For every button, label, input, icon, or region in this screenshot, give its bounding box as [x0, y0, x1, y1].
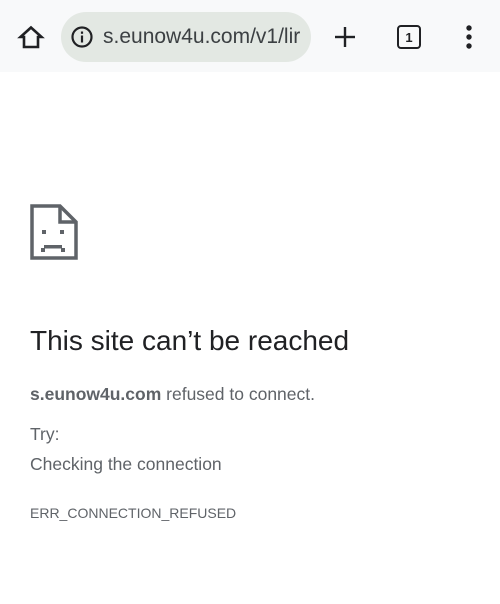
- sad-page-icon: [30, 204, 78, 260]
- try-label: Try:: [30, 424, 60, 444]
- home-button[interactable]: [14, 20, 48, 54]
- error-message-suffix: refused to connect.: [161, 384, 315, 404]
- site-info-button[interactable]: [69, 24, 95, 50]
- tab-count-badge: 1: [397, 25, 421, 49]
- more-vertical-icon: [466, 25, 472, 49]
- address-bar[interactable]: s.eunow4u.com/v1/lir: [61, 12, 311, 62]
- error-host: s.eunow4u.com: [30, 384, 162, 404]
- home-icon: [17, 25, 45, 49]
- suggestion-item: Checking the connection: [30, 454, 222, 474]
- browser-toolbar: s.eunow4u.com/v1/lir 1: [0, 0, 500, 72]
- tab-switcher-button[interactable]: 1: [392, 20, 426, 54]
- error-code: ERR_CONNECTION_REFUSED: [30, 505, 237, 521]
- error-message: s.eunow4u.com refused to connect.: [30, 383, 315, 405]
- error-title: This site can’t be reached: [30, 325, 350, 356]
- info-icon: [71, 26, 93, 48]
- tab-count: 1: [405, 29, 413, 45]
- plus-icon: [335, 27, 355, 47]
- menu-button[interactable]: [452, 20, 486, 54]
- url-text[interactable]: s.eunow4u.com/v1/lir: [103, 25, 308, 49]
- new-tab-button[interactable]: [328, 20, 362, 54]
